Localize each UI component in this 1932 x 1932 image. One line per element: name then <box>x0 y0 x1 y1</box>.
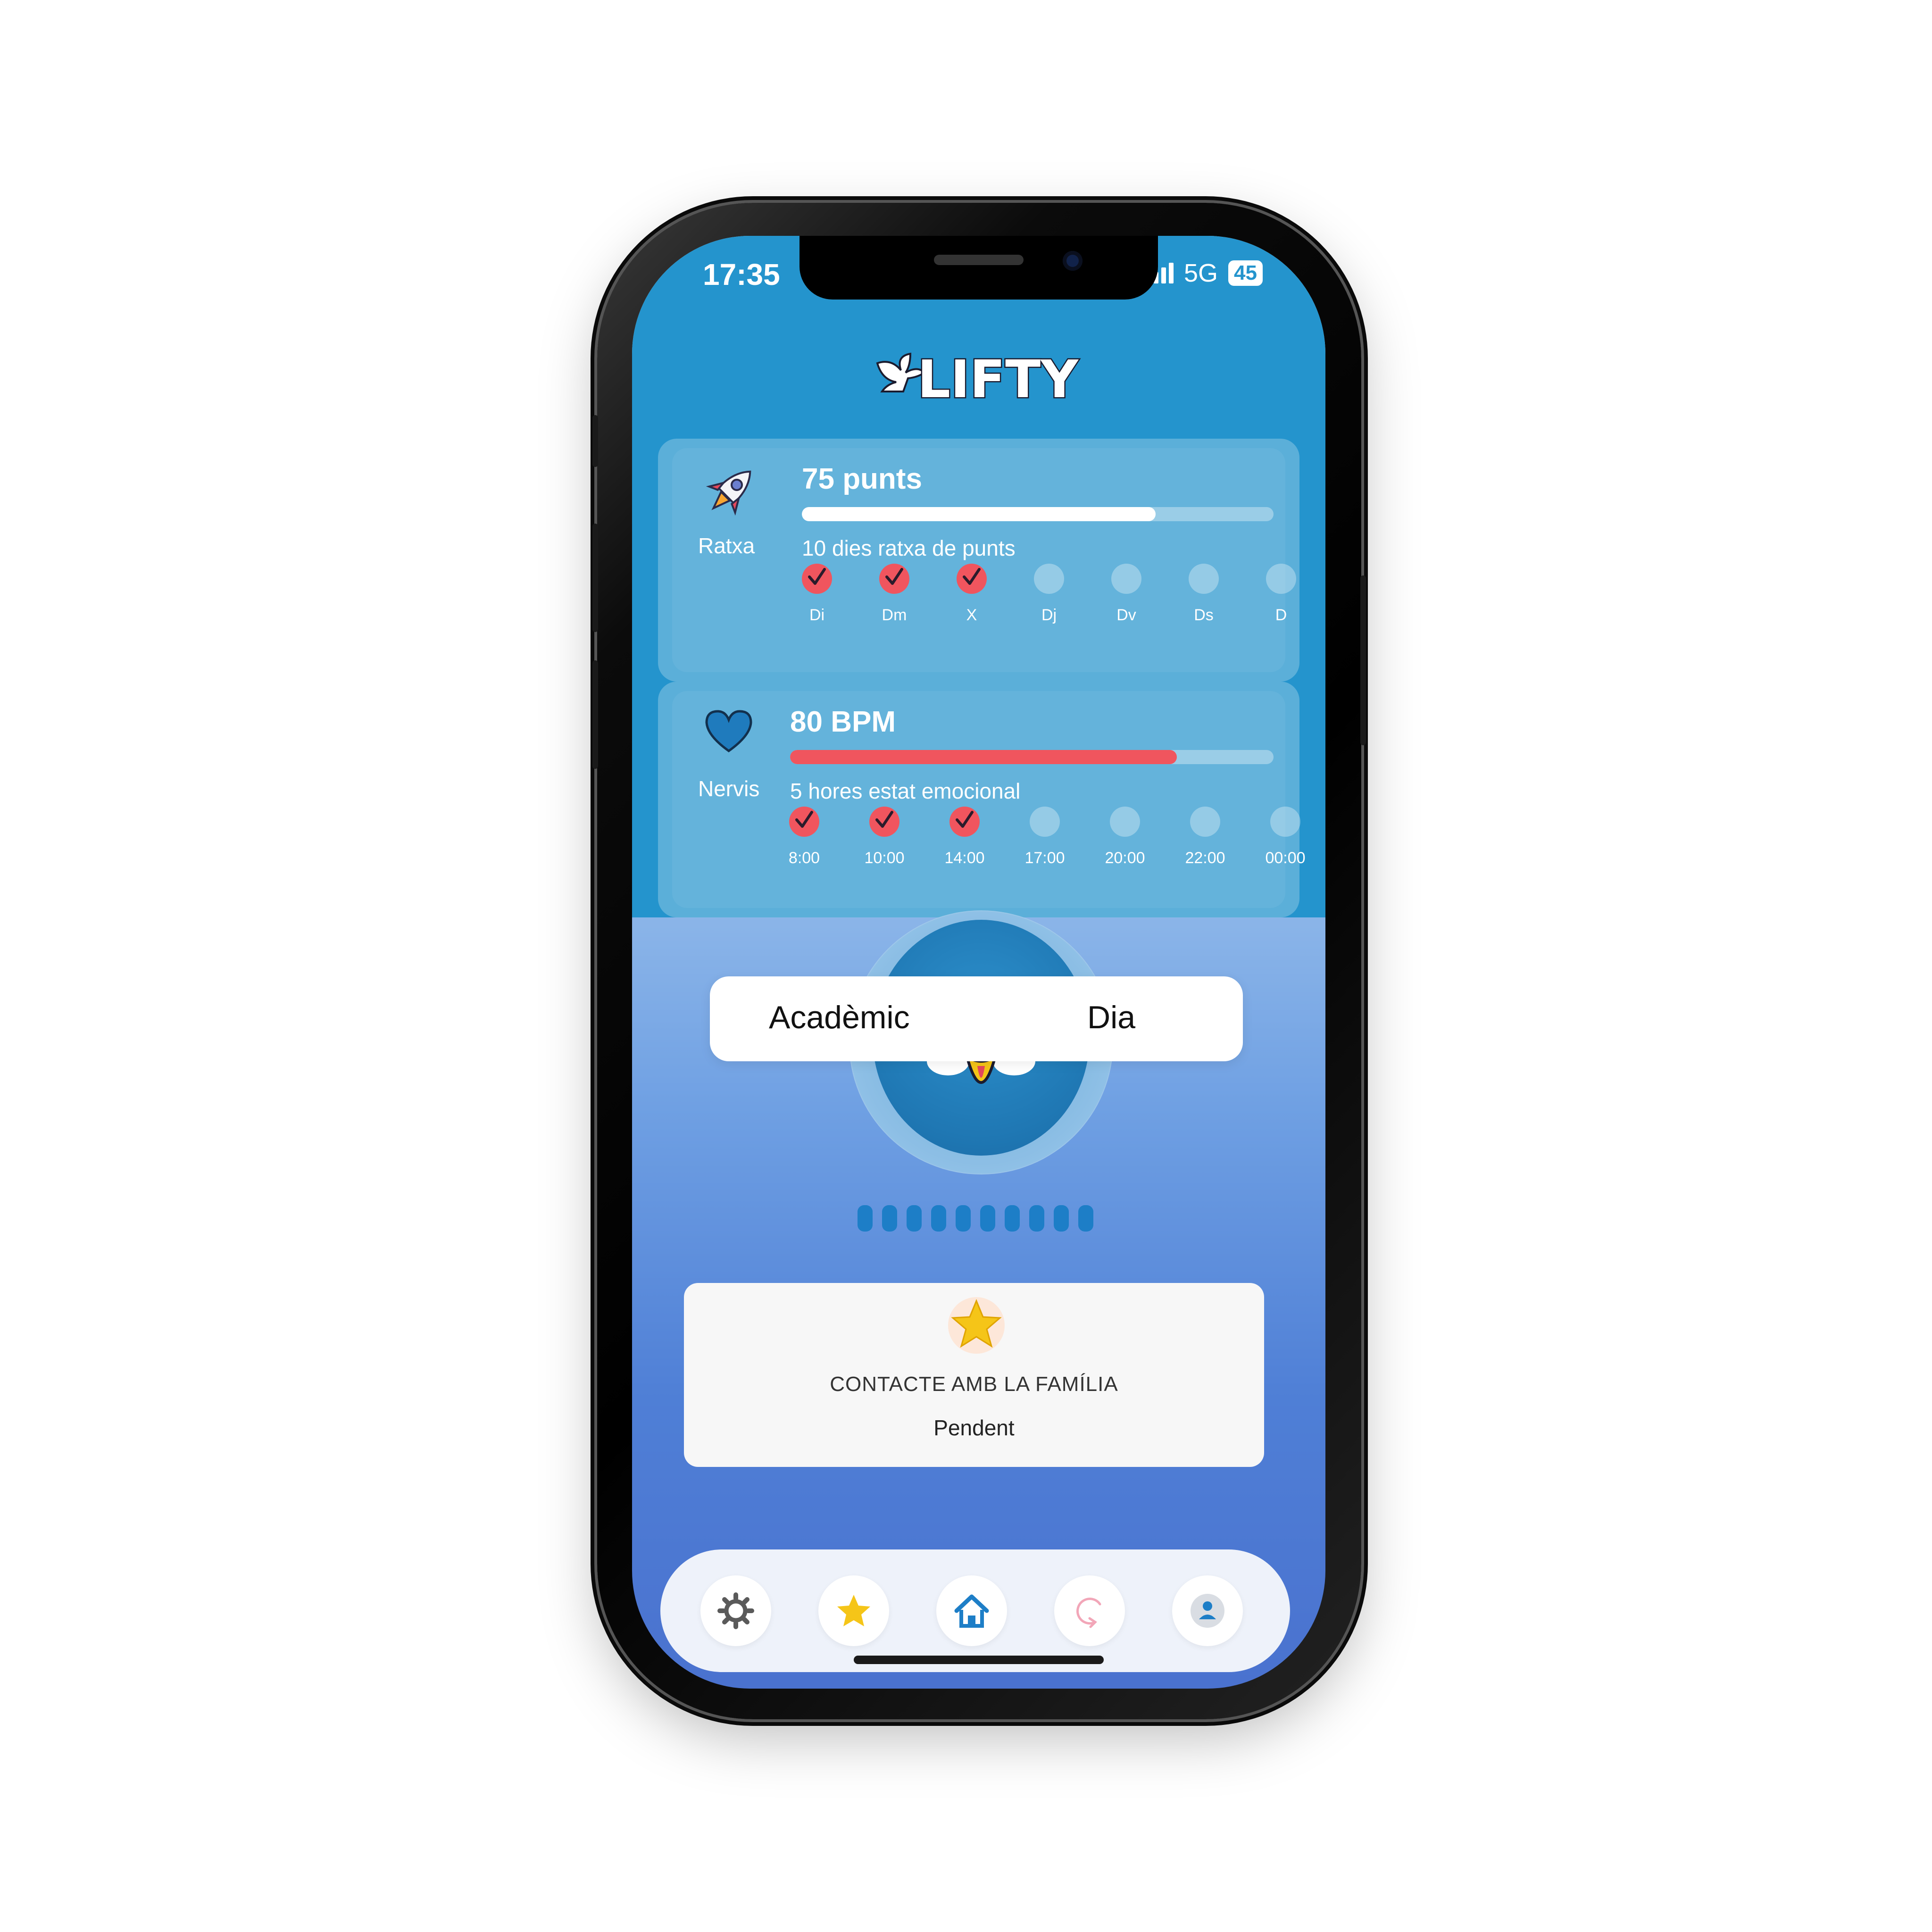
page-dot[interactable] <box>956 1205 971 1232</box>
check-icon <box>802 564 832 594</box>
check-icon <box>879 564 909 594</box>
hour-label: 00:00 <box>1265 849 1306 867</box>
nerves-subtitle: 5 hores estat emocional <box>790 779 1021 803</box>
app-screen: 17:35 5G 45 LIFTY Ratxa 75 punts 10 dies… <box>632 236 1325 1689</box>
page-dot[interactable] <box>907 1205 922 1232</box>
tab-home[interactable] <box>936 1575 1007 1646</box>
check-icon <box>957 564 987 594</box>
day-dot-empty <box>1189 564 1219 594</box>
bottom-tab-bar <box>660 1549 1290 1672</box>
day-dot-empty <box>1266 564 1296 594</box>
heart-icon <box>703 708 755 757</box>
hour-label: 8:00 <box>788 849 820 867</box>
task-card[interactable]: CONTACTE AMB LA FAMÍLIA Pendent <box>684 1283 1264 1467</box>
volume-up-button <box>592 524 598 632</box>
task-star-badge <box>948 1297 1005 1354</box>
hour-label: 10:00 <box>864 849 905 867</box>
page-dot[interactable] <box>858 1205 873 1232</box>
user-icon <box>1191 1594 1224 1628</box>
volume-down-button <box>592 660 598 769</box>
streak-caption: Ratxa <box>698 533 755 558</box>
page-dot[interactable] <box>931 1205 946 1232</box>
check-icon <box>949 807 980 837</box>
refresh-icon <box>1076 1598 1101 1628</box>
tab-favorites[interactable] <box>818 1575 889 1646</box>
page-dot[interactable] <box>1054 1205 1069 1232</box>
hour-dot-empty <box>1270 807 1300 837</box>
selector-day[interactable]: Dia <box>1087 999 1135 1036</box>
hour-dot-empty <box>1110 807 1140 837</box>
notch <box>799 236 1158 300</box>
streak-card[interactable]: Ratxa 75 punts 10 dies ratxa de punts Di… <box>658 439 1299 682</box>
check-icon <box>789 807 819 837</box>
page-indicator[interactable] <box>858 1205 1093 1232</box>
page-dot[interactable] <box>1029 1205 1044 1232</box>
hour-label: 22:00 <box>1185 849 1225 867</box>
speaker-grille <box>934 255 1024 265</box>
task-status: Pendent <box>933 1416 1015 1440</box>
tab-history[interactable] <box>1054 1575 1125 1646</box>
battery-icon: 45 <box>1228 260 1263 286</box>
day-label: X <box>966 606 977 624</box>
streak-subtitle: 10 dies ratxa de punts <box>802 536 1016 560</box>
tab-profile[interactable] <box>1172 1575 1243 1646</box>
view-selector[interactable]: Acadèmic Dia <box>710 976 1243 1061</box>
status-time: 17:35 <box>703 258 780 291</box>
points-value: 75 punts <box>802 463 922 495</box>
status-indicators: 5G 45 <box>1146 258 1263 288</box>
hour-dot-empty <box>1190 807 1220 837</box>
bpm-value: 80 BPM <box>790 706 896 738</box>
points-progress-fill <box>802 507 1156 521</box>
star-icon <box>951 1299 1002 1348</box>
home-icon <box>954 1594 989 1628</box>
bpm-progress-bar <box>790 750 1274 764</box>
points-progress-bar <box>802 507 1274 521</box>
rocket-icon <box>700 460 762 523</box>
mute-switch <box>592 415 598 467</box>
camera-icon <box>1063 251 1083 271</box>
day-label: D <box>1275 606 1287 624</box>
page-dot[interactable] <box>1078 1205 1093 1232</box>
page-dot[interactable] <box>882 1205 897 1232</box>
day-dot-empty <box>1034 564 1064 594</box>
selector-academic[interactable]: Acadèmic <box>769 999 910 1036</box>
hour-label: 14:00 <box>944 849 985 867</box>
gear-icon <box>717 1592 754 1629</box>
nerves-card[interactable]: Nervis 80 BPM 5 hores estat emocional 8:… <box>658 682 1306 917</box>
task-title: CONTACTE AMB LA FAMÍLIA <box>830 1373 1118 1396</box>
day-label: Dm <box>882 606 907 624</box>
day-label: Dj <box>1041 606 1057 624</box>
check-icon <box>869 807 899 837</box>
network-label: 5G <box>1184 259 1218 287</box>
star-icon <box>837 1595 870 1626</box>
day-dot-empty <box>1111 564 1141 594</box>
lifty-logo: LIFTY <box>873 344 1085 411</box>
bpm-progress-fill <box>790 750 1177 764</box>
tab-settings[interactable] <box>700 1575 771 1646</box>
hour-dot-empty <box>1030 807 1060 837</box>
hour-label: 20:00 <box>1105 849 1145 867</box>
day-label: Ds <box>1194 606 1214 624</box>
page-dot[interactable] <box>980 1205 995 1232</box>
power-button <box>1360 575 1366 745</box>
svg-text:LIFTY: LIFTY <box>917 349 1079 409</box>
page-dot[interactable] <box>1005 1205 1020 1232</box>
home-indicator[interactable] <box>854 1656 1104 1664</box>
day-label: Di <box>809 606 825 624</box>
day-label: Dv <box>1116 606 1136 624</box>
nerves-caption: Nervis <box>698 776 760 801</box>
hour-label: 17:00 <box>1024 849 1065 867</box>
